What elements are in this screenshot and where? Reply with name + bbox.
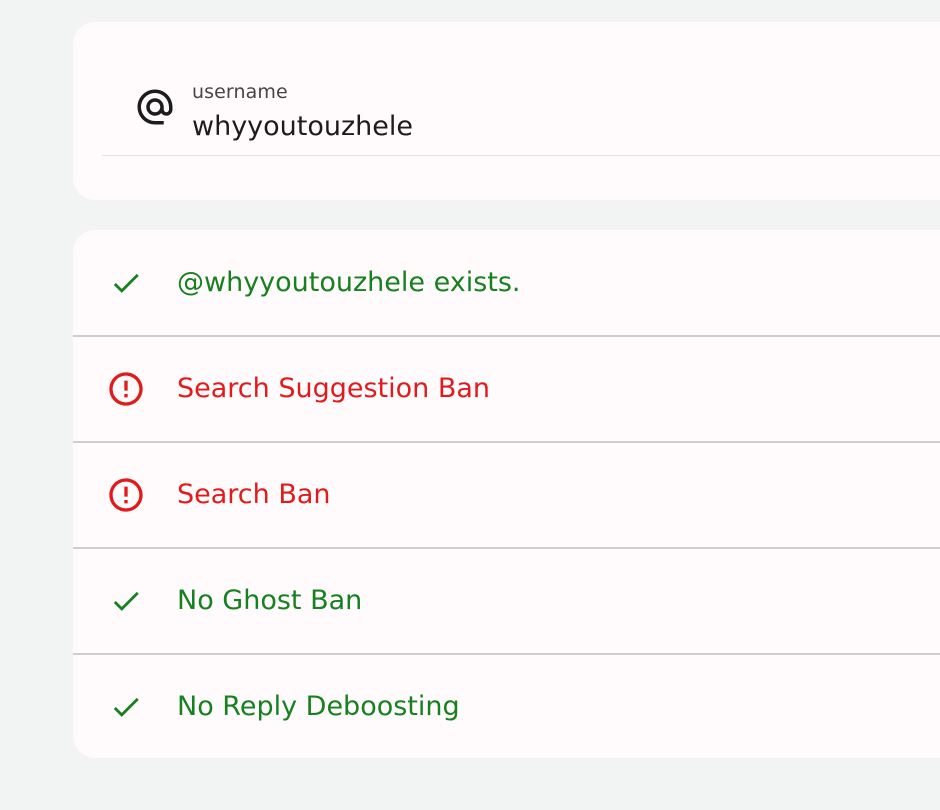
results-card: @whyyoutouzhele exists. Search Suggestio… [73, 230, 940, 758]
result-text-search-suggestion-ban: Search Suggestion Ban [177, 372, 491, 404]
result-row-reply-deboosting: No Reply Deboosting [73, 654, 940, 758]
result-row-search-suggestion-ban: Search Suggestion Ban [73, 336, 940, 443]
result-text-exists: @whyyoutouzhele exists. [177, 266, 521, 298]
result-text-ghost-ban: No Ghost Ban [177, 584, 363, 616]
username-label: username [192, 81, 288, 103]
result-row-search-ban: Search Ban [73, 442, 940, 549]
check-icon [106, 581, 146, 621]
username-card: username [73, 22, 940, 200]
check-icon [106, 263, 146, 303]
result-text-search-ban: Search Ban [177, 478, 331, 510]
result-row-ghost-ban: No Ghost Ban [73, 548, 940, 655]
result-row-exists: @whyyoutouzhele exists. [73, 230, 940, 337]
username-field[interactable]: username [102, 72, 940, 156]
check-icon [106, 687, 146, 727]
at-icon [134, 86, 176, 128]
error-icon [106, 475, 146, 515]
result-text-reply-deboosting: No Reply Deboosting [177, 690, 460, 722]
username-input[interactable] [192, 109, 692, 145]
error-icon [106, 369, 146, 409]
